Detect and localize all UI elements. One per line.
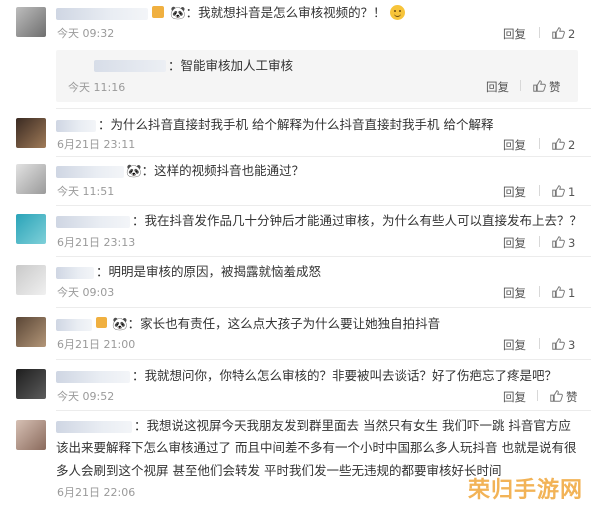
divider <box>56 359 591 360</box>
comment-item: 🐼：这样的视频抖音也能通过？ 今天 11:51 回复 1 <box>0 158 591 204</box>
user-name[interactable] <box>56 371 130 383</box>
divider <box>520 80 521 91</box>
reply-button[interactable]: 回复 <box>503 236 526 250</box>
comment-time: 6月21日 23:13 <box>57 236 136 249</box>
comment-item: ：我在抖音发作品几十分钟后才能通过审核，为什么有些人可以直接发布上去？？ 6月2… <box>0 208 591 254</box>
reply-user-name[interactable] <box>94 60 166 72</box>
reply-box: ：智能审核加人工审核 今天 11:16 回复 赞 <box>56 50 578 102</box>
comment-text-line: 该出来要解释下怎么审核通过了 而且中间差不多有一个小时中国那么多人玩抖音 也就是… <box>56 440 577 455</box>
divider <box>56 156 591 157</box>
user-name[interactable] <box>56 421 132 433</box>
like-count: 3 <box>568 338 576 352</box>
user-name[interactable] <box>56 319 92 331</box>
comment-time: 6月21日 22:06 <box>57 486 136 499</box>
divider <box>537 390 538 401</box>
thumbs-up-icon <box>552 138 565 150</box>
comment-item: ：为什么抖音直接封我手机 给个解释为什么抖音直接封我手机 给个解释 6月21日 … <box>0 112 591 156</box>
divider <box>56 410 591 411</box>
like-button[interactable]: 1 <box>539 184 576 199</box>
comment-text-line: ：我想说这视屏今天我朋友发到群里面去 当然只有女生 我们吓一跳 抖音官方应 <box>134 418 571 433</box>
avatar[interactable] <box>16 164 46 194</box>
like-count: 2 <box>568 27 576 41</box>
avatar[interactable] <box>16 369 46 399</box>
user-name[interactable] <box>56 166 124 178</box>
watermark-logo: 荣归手游网 <box>467 478 583 503</box>
comment-text: 🐼：我就想抖音是怎么审核视频的？！ <box>170 4 405 21</box>
comment-item: ：我就想问你，你特么怎么审核的？非要被叫去谈话？好了伤疤忘了疼是吧？ 今天 09… <box>0 363 591 409</box>
divider <box>539 185 540 196</box>
comment-time: 今天 09:03 <box>57 286 115 299</box>
like-button[interactable]: 2 <box>539 137 576 152</box>
vip-badge-icon <box>96 317 107 328</box>
reply-button[interactable]: 回复 <box>486 80 509 94</box>
like-count: 1 <box>568 286 576 300</box>
comment-text: 🐼：家长也有责任，这么点大孩子为什么要让她独自拍抖音 <box>112 316 441 331</box>
comment-text: ：明明是审核的原因，被揭露就恼羞成怒 <box>96 264 322 279</box>
like-count: 1 <box>568 185 576 199</box>
user-name[interactable] <box>56 120 96 132</box>
comment-time: 6月21日 23:11 <box>57 138 136 151</box>
user-name[interactable] <box>56 8 148 20</box>
reply-text: ：智能审核加人工审核 <box>168 58 294 73</box>
like-button[interactable]: 1 <box>539 285 576 300</box>
divider <box>539 27 540 38</box>
reply-button[interactable]: 回复 <box>503 138 526 152</box>
thumbs-up-icon <box>550 390 563 402</box>
thumbs-up-icon <box>552 338 565 350</box>
like-count: 2 <box>568 138 576 152</box>
comment-item: 🐼：家长也有责任，这么点大孩子为什么要让她独自拍抖音 6月21日 21:00 回… <box>0 311 591 357</box>
divider <box>56 256 591 257</box>
reply-button[interactable]: 回复 <box>503 185 526 199</box>
thumbs-up-icon <box>533 80 546 92</box>
avatar[interactable] <box>16 265 46 295</box>
reply-button[interactable]: 回复 <box>503 338 526 352</box>
comment-text: ：为什么抖音直接封我手机 给个解释为什么抖音直接封我手机 给个解释 <box>98 117 494 132</box>
comment-text: ：我就想问你，你特么怎么审核的？非要被叫去谈话？好了伤疤忘了疼是吧？ <box>132 368 558 383</box>
avatar[interactable] <box>16 214 46 244</box>
user-name[interactable] <box>56 267 94 279</box>
vip-badge-icon <box>152 6 164 18</box>
like-button[interactable]: 2 <box>539 26 576 41</box>
comment-time: 6月21日 21:00 <box>57 338 136 351</box>
avatar[interactable] <box>16 7 46 37</box>
comment-time: 今天 09:52 <box>57 390 115 403</box>
like-button[interactable]: 赞 <box>537 389 578 404</box>
divider <box>56 108 591 109</box>
smile-emoji-icon <box>389 5 405 20</box>
divider <box>539 138 540 149</box>
reply-button[interactable]: 回复 <box>503 27 526 41</box>
comment-time: 今天 11:51 <box>57 185 115 198</box>
like-count: 3 <box>568 236 576 250</box>
comment-item: ：明明是审核的原因，被揭露就恼羞成怒 今天 09:03 回复 1 <box>0 259 591 305</box>
like-button[interactable]: 3 <box>539 235 576 250</box>
comment-time: 今天 09:32 <box>57 27 115 40</box>
divider <box>56 205 591 206</box>
comment-text: ：我在抖音发作品几十分钟后才能通过审核，为什么有些人可以直接发布上去？？ <box>132 213 583 228</box>
comment-text: 🐼：这样的视频抖音也能通过？ <box>126 163 305 178</box>
thumbs-up-icon <box>552 286 565 298</box>
divider <box>539 338 540 349</box>
thumbs-up-icon <box>552 236 565 248</box>
user-name[interactable] <box>56 216 130 228</box>
reply-button[interactable]: 回复 <box>503 390 526 404</box>
like-label: 赞 <box>549 80 561 94</box>
divider <box>56 307 591 308</box>
reply-time: 今天 11:16 <box>68 81 126 94</box>
avatar[interactable] <box>16 317 46 347</box>
like-button[interactable]: 赞 <box>520 79 561 94</box>
thumbs-up-icon <box>552 185 565 197</box>
thumbs-up-icon <box>552 27 565 39</box>
comment-text-line: 多人会刷到这个视屏 甚至他们会转发 平时我们发一些无违规的都要审核好长时间 <box>56 463 502 478</box>
reply-button[interactable]: 回复 <box>503 286 526 300</box>
avatar[interactable] <box>16 420 46 450</box>
like-button[interactable]: 3 <box>539 337 576 352</box>
avatar[interactable] <box>16 118 46 148</box>
divider <box>539 236 540 247</box>
comment-item: 🐼：我就想抖音是怎么审核视频的？！ 今天 09:32 回复 2 ：智能审核加人工… <box>0 0 591 112</box>
like-label: 赞 <box>566 390 578 404</box>
divider <box>539 286 540 297</box>
